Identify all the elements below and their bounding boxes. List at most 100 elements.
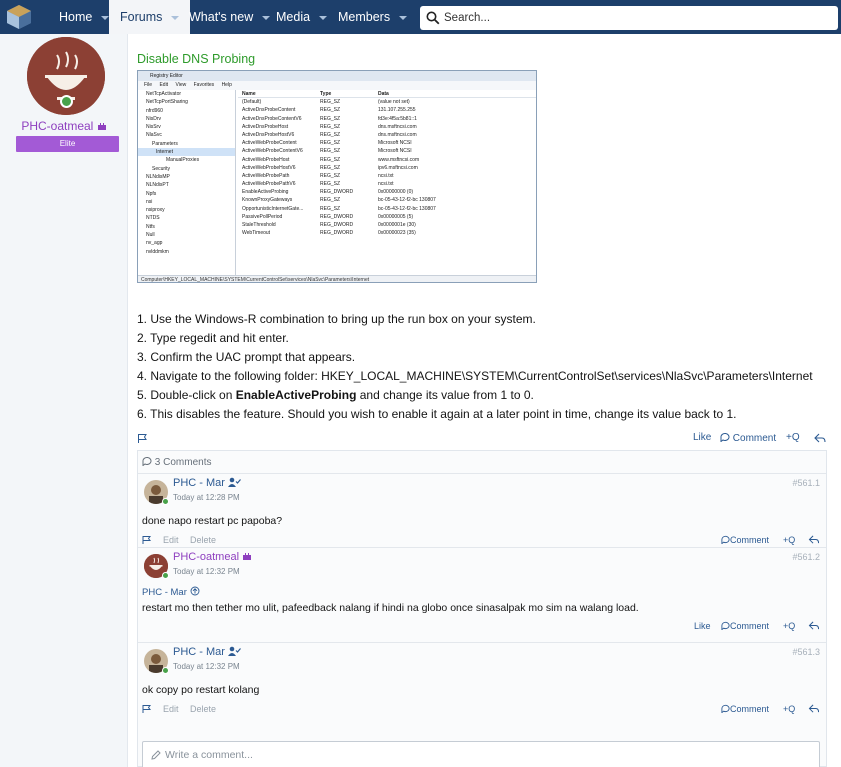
registry-tree-node[interactable]: ManualProxies [138,156,235,164]
registry-value-row[interactable]: ActiveDnsProbeContent REG_SZ 131.107.255.2… [238,106,536,114]
registry-tree-node[interactable]: Parameters [138,140,235,148]
registry-tree-node[interactable]: nvlddmkm [138,248,235,256]
quoted-user-name[interactable]: PHC - Mar [142,587,187,598]
registry-value-row[interactable]: ActiveDnsProbeHostV6 REG_SZ dns.msftncsi.c… [238,131,536,139]
quote-button[interactable]: +Q [783,535,795,545]
reply-icon[interactable] [808,621,820,631]
search-icon[interactable] [426,11,440,25]
registry-value-row[interactable]: ActiveWebProbePathV6 REG_SZ ncsi.txt [238,180,536,188]
reply-icon[interactable] [814,433,826,444]
registry-tree-node[interactable]: NlaSvc [138,131,235,139]
delete-button[interactable]: Delete [190,535,216,545]
registry-tree-node[interactable]: Ntfs [138,223,235,231]
comment-input[interactable] [165,748,805,762]
search-input[interactable] [444,9,824,27]
registry-editor-screenshot[interactable]: Registry Editor File Edit View Favorites… [137,70,537,283]
registry-tree-node[interactable]: NLNdisMP [138,173,235,181]
report-flag-icon[interactable] [137,433,148,444]
registry-tree-node[interactable]: Security [138,165,235,173]
registry-value-row[interactable]: (Default) REG_SZ (value not set) [238,98,536,106]
comment-button[interactable]: Comment [720,432,776,444]
report-flag-icon[interactable] [142,535,152,545]
comment-author[interactable]: PHC - Mar [173,477,241,489]
registry-tree-node[interactable]: NisDrv [138,115,235,123]
registry-tree-node[interactable]: NetTcpPortSharing [138,98,235,106]
quoted-user-mention[interactable]: PHC - Mar [142,586,200,598]
comment-author[interactable]: PHC-oatmeal [173,551,252,563]
chevron-down-icon[interactable] [319,15,328,20]
comment-editor[interactable] [142,741,820,767]
registry-tree-node[interactable]: Internet [138,148,235,157]
nav-home[interactable]: Home [59,0,110,34]
registry-value-row[interactable]: ActiveWebProbeHostV6 REG_SZ ipv6.msftncsi.… [238,164,536,172]
nav-members[interactable]: Members [338,0,408,34]
comment-author-name[interactable]: PHC - Mar [173,477,225,489]
registry-value-row[interactable]: ActiveWebProbeContentV6 REG_SZ Microsoft N… [238,147,536,155]
registry-value-row[interactable]: ActiveWebProbePath REG_SZ ncsi.txt [238,172,536,180]
registry-tree-node[interactable]: NisSrv [138,123,235,131]
site-logo-icon[interactable] [6,4,32,30]
comment-author-name[interactable]: PHC - Mar [173,646,225,658]
registry-values-pane: Name Type Data (Default) REG_SZ (value not… [238,90,536,276]
registry-value-data: dns.msftncsi.com [378,131,417,138]
registry-tree-node[interactable]: Null [138,231,235,239]
chevron-down-icon[interactable] [399,15,408,20]
comment-permalink[interactable]: #561.3 [792,647,820,657]
registry-value-row[interactable]: EnableActiveProbing REG_DWORD 0x00000000 (… [238,188,536,196]
nav-media[interactable]: Media [276,0,328,34]
quote-button[interactable]: +Q [783,704,795,714]
quote-button[interactable]: +Q [783,621,795,631]
comment-author-name[interactable]: PHC-oatmeal [173,551,239,563]
search-box[interactable] [420,6,838,30]
registry-tree-node[interactable]: NLNdisPT [138,181,235,189]
nav-forums[interactable]: Forums [109,0,191,34]
quote-button[interactable]: +Q [786,432,800,443]
nav-whats-new-label: What's new [189,10,254,24]
registry-tree-node[interactable]: nsiproxy [138,206,235,214]
registry-menu-view: View [175,82,187,88]
chevron-down-icon[interactable] [262,15,271,20]
edit-button[interactable]: Edit [163,535,179,545]
delete-button[interactable]: Delete [190,704,216,714]
edit-button[interactable]: Edit [163,704,179,714]
registry-value-row[interactable]: OpportunisticInternetGate... REG_SZ bc-05-… [238,205,536,213]
online-status-indicator [162,498,169,505]
post-author-name[interactable]: PHC-oatmeal [21,119,93,133]
comment-button[interactable]: Comment [721,535,769,545]
registry-value-type: REG_SZ [320,181,341,188]
comment-button[interactable]: Comment [721,621,769,631]
chevron-down-icon[interactable] [171,15,180,20]
registry-tree-node[interactable]: Npfs [138,190,235,198]
like-button[interactable]: Like [694,621,711,631]
online-status-indicator [162,572,169,579]
comment-icon [721,621,730,630]
registry-value-row[interactable]: ActiveWebProbeHost REG_SZ www.msftncsi.com [238,156,536,164]
registry-value-row[interactable]: StaleThreshold REG_DWORD 0x0000001e (30) [238,221,536,229]
registry-tree-node[interactable]: nv_agp [138,239,235,247]
comment-timestamp[interactable]: Today at 12:28 PM [173,493,240,502]
registry-value-row[interactable]: ActiveDnsProbeHost REG_SZ dns.msftncsi.com [238,123,536,131]
comment-timestamp[interactable]: Today at 12:32 PM [173,567,240,576]
reply-icon[interactable] [808,535,820,545]
comment-author[interactable]: PHC - Mar [173,646,241,658]
nav-whats-new[interactable]: What's new [189,0,271,34]
report-flag-icon[interactable] [142,704,152,714]
registry-value-row[interactable]: WebTimeout REG_DWORD 0x00000023 (35) [238,229,536,237]
comment-permalink[interactable]: #561.2 [792,552,820,562]
step-line: 5. Double-click on EnableActiveProbing a… [137,386,837,405]
registry-value-row[interactable]: ActiveWebProbeContent REG_SZ Microsoft NCS… [238,139,536,147]
registry-tree-node[interactable]: nfrd960 [138,107,235,115]
registry-tree-node[interactable]: NetTcpActivator [138,90,235,98]
comment-permalink[interactable]: #561.1 [792,478,820,488]
reply-icon[interactable] [808,704,820,714]
post-author[interactable]: PHC-oatmeal [0,119,128,133]
comment-button[interactable]: Comment [721,704,769,714]
comment-timestamp[interactable]: Today at 12:32 PM [173,662,240,671]
registry-tree-node[interactable]: nsi [138,198,235,206]
registry-value-row[interactable]: PassivePollPeriod REG_DWORD 0x00000005 (5) [238,213,536,221]
registry-tree-node[interactable]: NTDS [138,214,235,222]
registry-value-row[interactable]: KnownProxyGateways REG_SZ bc-05-43-12-f2-b… [238,196,536,204]
like-button[interactable]: Like [693,432,711,443]
registry-value-row[interactable]: ActiveDnsProbeContentV6 REG_SZ fd3e:4f5a:5… [238,115,536,123]
arrow-up-circle-icon[interactable] [190,586,200,596]
